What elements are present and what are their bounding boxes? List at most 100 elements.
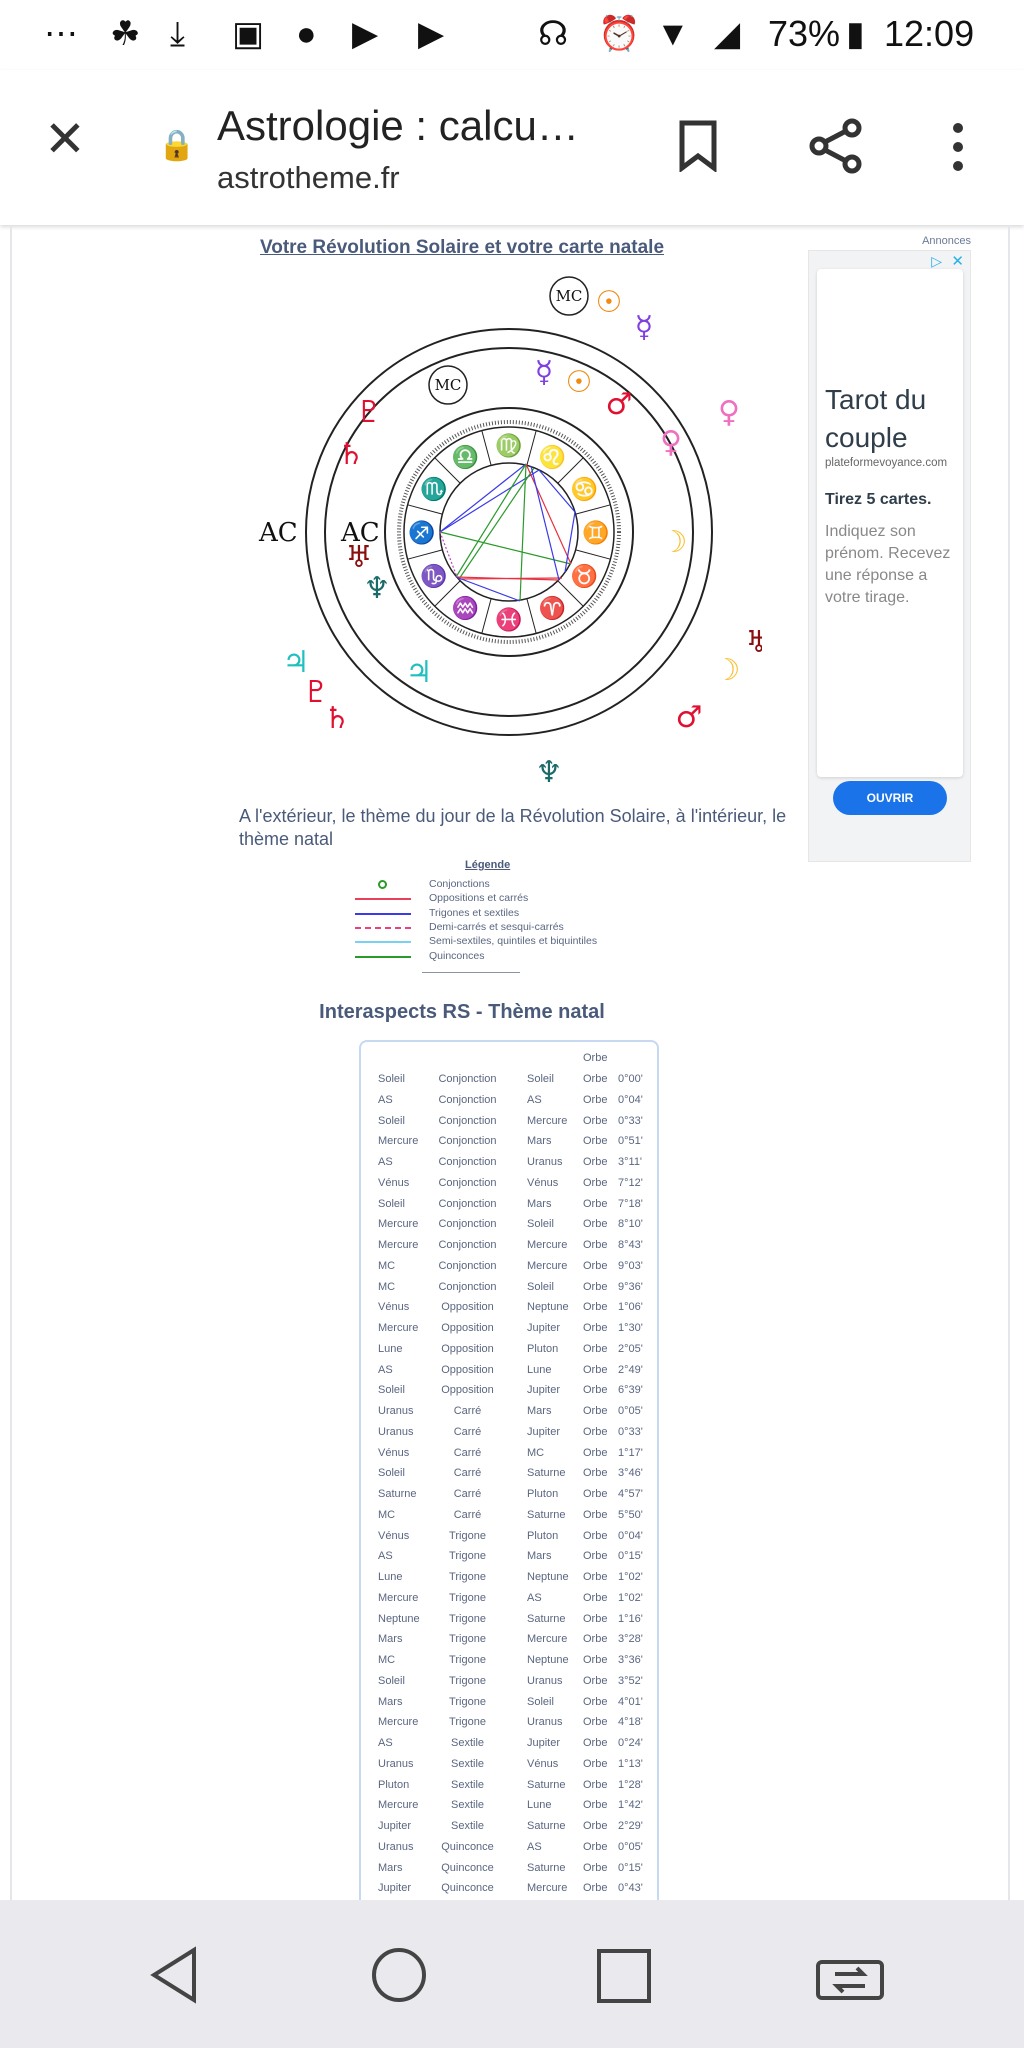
legend-item: Oppositions et carrés xyxy=(355,892,655,906)
planet-natal-cell: Vénus xyxy=(527,1176,559,1189)
legend-item: Semi-sextiles, quintiles et biquintiles xyxy=(355,935,655,949)
planet-natal-cell: Soleil xyxy=(527,1073,554,1085)
more-options-icon[interactable] xyxy=(950,122,966,172)
orbe-value-cell: 1°28' xyxy=(618,1778,643,1791)
legend-swatch xyxy=(355,926,411,929)
ad-headline[interactable]: Tarot du couple xyxy=(825,381,957,457)
aspect-cell: Quinconce xyxy=(441,1861,494,1874)
orbe-label-cell: Orbe xyxy=(583,1654,608,1666)
back-icon[interactable] xyxy=(148,1946,200,2004)
ad-card[interactable]: Tarot du couple plateformevoyance.com Ti… xyxy=(817,269,963,777)
orbe-value-cell: 4°01' xyxy=(618,1695,643,1708)
close-icon[interactable]: ✕ xyxy=(44,110,86,168)
table-row: MC Trigone Neptune Orbe 3°36' xyxy=(361,1654,661,1672)
ad-domain[interactable]: plateformevoyance.com xyxy=(825,457,947,469)
aspect-cell: Opposition xyxy=(441,1322,494,1334)
zodiac-sign-icon: ♋ xyxy=(571,477,598,502)
home-icon[interactable] xyxy=(370,1946,428,2004)
orbe-label-cell: Orbe xyxy=(583,1716,608,1729)
zodiac-divider xyxy=(575,504,611,515)
zodiac-divider xyxy=(407,504,443,515)
aspect-cell: Carré xyxy=(453,1488,482,1500)
chart-heading[interactable]: Votre Révolution Solaire et votre carte … xyxy=(172,237,752,259)
switch-apps-icon[interactable] xyxy=(815,1952,885,2002)
legend-label: Trigones et sextiles xyxy=(429,906,520,919)
orbe-label-cell: Orbe xyxy=(583,1550,608,1563)
orbe-label-cell: Orbe xyxy=(583,1446,608,1459)
planet-rs-cell: Mercure xyxy=(378,1799,419,1812)
orbe-value-cell: 1°16' xyxy=(618,1612,643,1625)
zodiac-sign-icon: ♍ xyxy=(495,433,522,458)
ad-banner[interactable]: Annonces ▷ ✕ Tarot du couple plateformev… xyxy=(808,235,971,862)
table-row: Uranus Sextile Vénus Orbe 1°13' xyxy=(361,1758,661,1776)
alarm-icon: ⏰ xyxy=(598,15,641,53)
aspect-cell: Trigone xyxy=(449,1612,486,1625)
table-row: Soleil Conjonction Mars Orbe 7°18' xyxy=(361,1198,661,1216)
orbe-value-cell: 1°13' xyxy=(618,1757,643,1770)
planet-rs-cell: Jupiter xyxy=(378,1882,412,1895)
table-row: Mercure Trigone Uranus Orbe 4°18' xyxy=(361,1716,661,1734)
aspect-cell: Trigone xyxy=(449,1654,486,1666)
orbe-label-cell: Orbe xyxy=(583,1571,608,1583)
orbe-value-cell: 0°15' xyxy=(618,1861,643,1874)
planet-natal-cell: Mercure xyxy=(527,1882,568,1895)
mercury-icon: ☿ xyxy=(635,310,653,345)
planet-natal-cell: Uranus xyxy=(527,1674,563,1687)
orbe-label-cell: Orbe xyxy=(583,1633,608,1646)
planet-natal-cell: Saturne xyxy=(527,1861,566,1874)
planet-natal-cell: Jupiter xyxy=(527,1737,561,1749)
legend-item: Conjonctions xyxy=(355,878,655,892)
url[interactable]: astrotheme.fr xyxy=(217,160,400,196)
messenger-icon: ● xyxy=(296,15,317,53)
zodiac-divider xyxy=(526,598,537,634)
orbe-value-cell: 8°43' xyxy=(618,1239,643,1251)
zodiac-sign-icon: ♑ xyxy=(420,564,447,589)
zodiac-sign-icon: ♏ xyxy=(420,477,447,502)
planet-natal-cell: Neptune xyxy=(527,1654,569,1666)
table-row: Soleil Conjonction Mercure Orbe 0°33' xyxy=(361,1115,661,1133)
orbe-label-cell: Orbe xyxy=(583,1093,608,1106)
aspect-cell: Trigone xyxy=(449,1716,486,1729)
planet-rs-cell: AS xyxy=(378,1550,393,1563)
uranus-icon: ♅ xyxy=(746,625,762,660)
recents-icon[interactable] xyxy=(596,1948,652,2004)
aspect-cell: Carré xyxy=(453,1508,482,1521)
planet-rs-cell: Soleil xyxy=(378,1073,405,1085)
table-row: MC Carré Saturne Orbe 5°50' xyxy=(361,1509,661,1527)
zodiac-sign-icon: ♎ xyxy=(452,445,479,470)
legend-label: Oppositions et carrés xyxy=(429,892,529,905)
planet-rs-cell: AS xyxy=(378,1363,393,1376)
zodiac-sign-icon: ♉ xyxy=(571,564,598,589)
pluto-natal-icon: ♇ xyxy=(356,395,383,430)
table-row: Neptune Trigone Saturne Orbe 1°16' xyxy=(361,1613,661,1631)
lock-icon[interactable]: 🔒 xyxy=(158,128,195,163)
orbe-value-cell: 6°39' xyxy=(618,1384,643,1397)
planet-rs-cell: Soleil xyxy=(378,1467,405,1480)
planet-natal-cell: Mars xyxy=(527,1550,552,1563)
table-row: Jupiter Quinconce Mercure Orbe 0°43' xyxy=(361,1882,661,1900)
orbe-label-cell: Orbe xyxy=(583,1488,608,1500)
ad-close-icon[interactable]: ✕ xyxy=(951,252,964,270)
saturn-natal-icon: ♄ xyxy=(338,437,365,472)
wifi-icon: ▼ xyxy=(656,15,690,53)
share-icon[interactable] xyxy=(808,118,864,174)
orbe-value-cell: 9°03' xyxy=(618,1259,643,1272)
planet-rs-cell: Soleil xyxy=(378,1674,405,1687)
legend-item: Trigones et sextiles xyxy=(355,907,655,921)
planet-rs-cell: Mars xyxy=(378,1633,403,1646)
aspect-cell: Conjonction xyxy=(438,1176,497,1189)
page-title[interactable]: Astrologie : calcu… xyxy=(217,102,579,150)
orbe-value-cell: 3°28' xyxy=(618,1633,643,1646)
table-row: Jupiter Sextile Saturne Orbe 2°29' xyxy=(361,1820,661,1838)
orbe-label-cell: Orbe xyxy=(583,1176,608,1189)
planet-rs-cell: Mercure xyxy=(378,1591,419,1604)
table-row: AS Conjonction AS Orbe 0°04' xyxy=(361,1094,661,1112)
adchoices-icon[interactable]: ▷ xyxy=(931,253,942,270)
orbe-value-cell: 2°05' xyxy=(618,1342,643,1355)
bookmark-icon[interactable] xyxy=(678,120,718,172)
table-row: Mercure Opposition Jupiter Orbe 1°30' xyxy=(361,1322,661,1340)
ad-open-button[interactable]: OUVRIR xyxy=(833,781,947,815)
mars-natal-icon: ♂ xyxy=(606,387,633,422)
aspect-cell: Opposition xyxy=(441,1342,494,1355)
orbe-header: Orbe xyxy=(583,1052,608,1064)
